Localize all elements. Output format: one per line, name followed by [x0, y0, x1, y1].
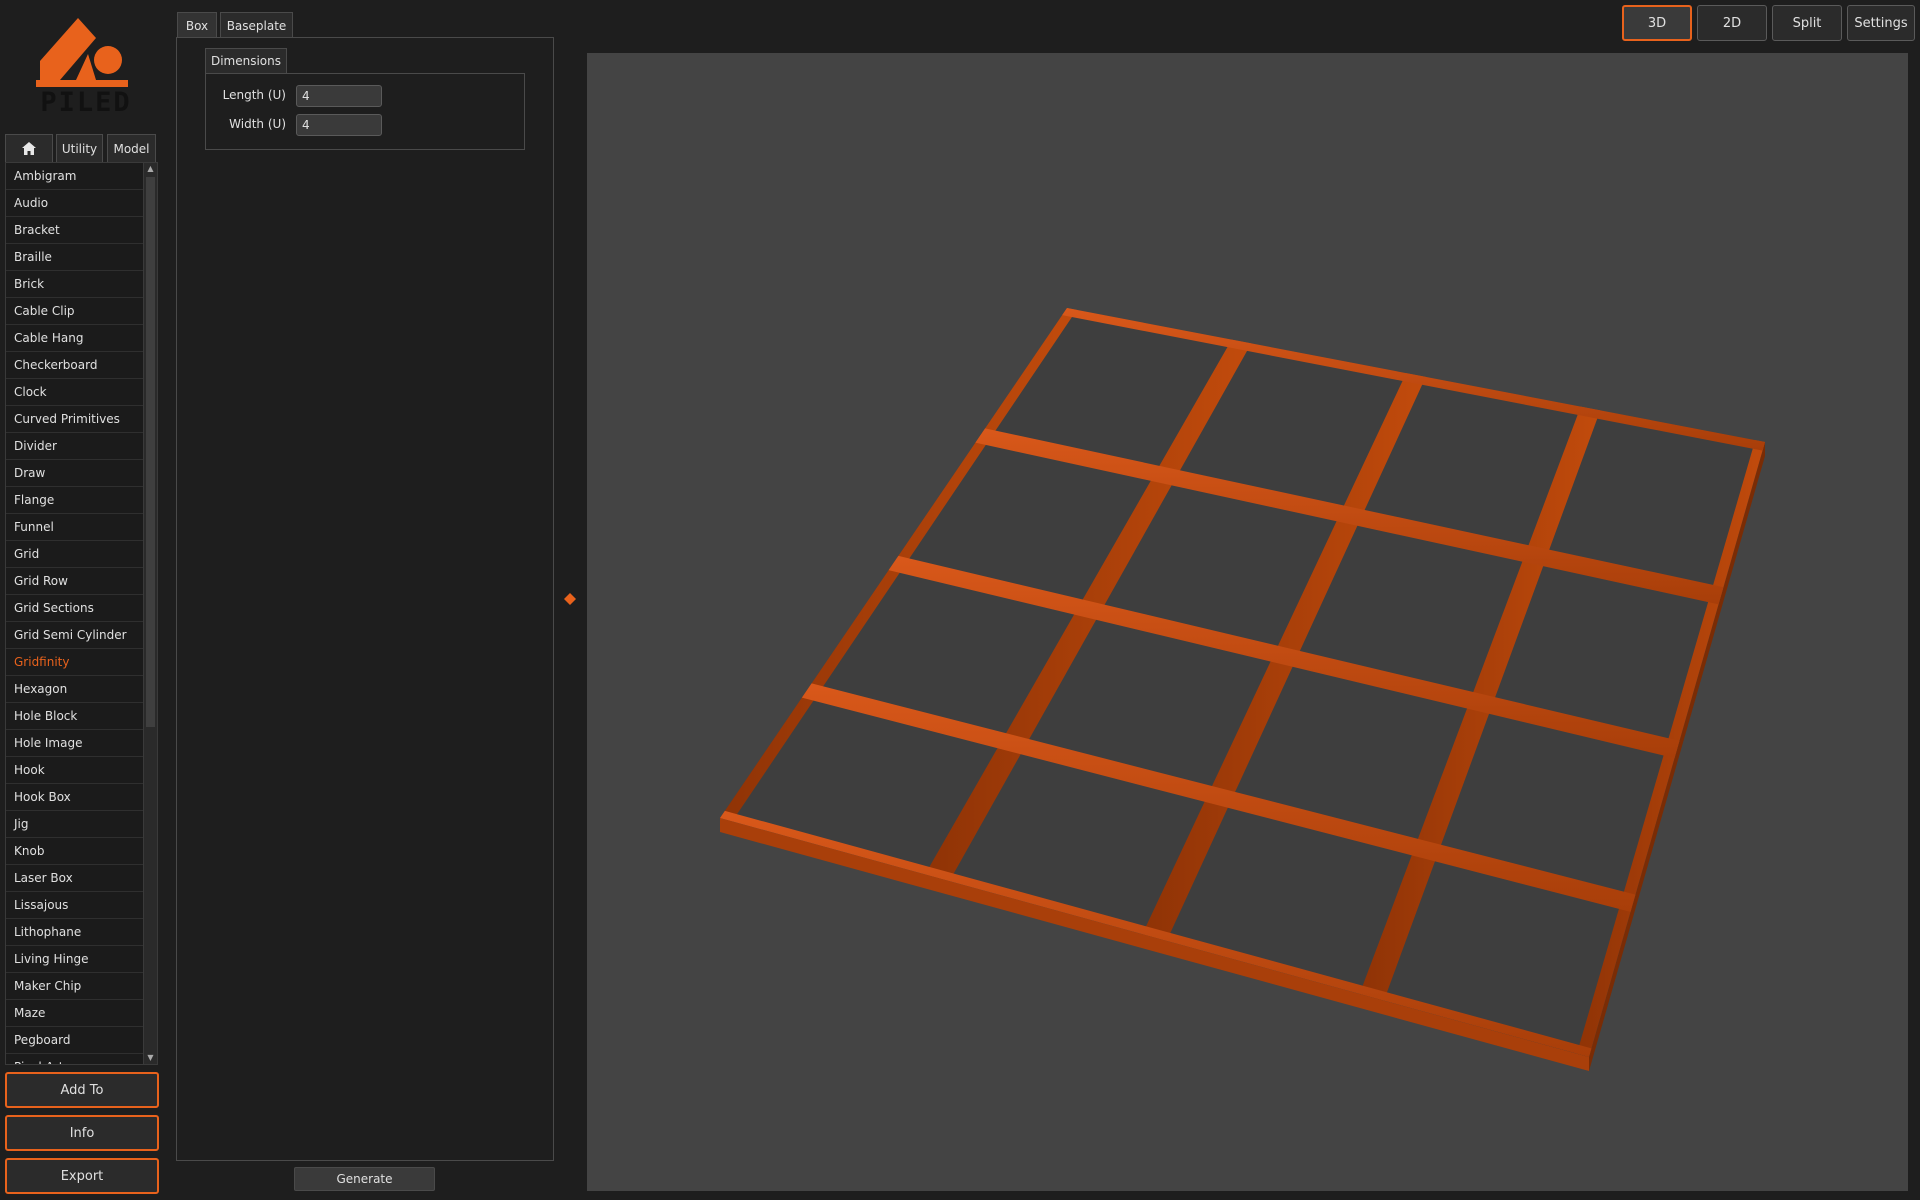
view-2d-button[interactable]: 2D — [1697, 5, 1767, 41]
category-item-lissajous[interactable]: Lissajous — [6, 892, 145, 919]
tab-utility[interactable]: Utility — [56, 134, 103, 162]
category-item-pegboard[interactable]: Pegboard — [6, 1027, 145, 1054]
category-item-lithophane[interactable]: Lithophane — [6, 919, 145, 946]
export-button[interactable]: Export — [5, 1158, 159, 1194]
category-item-knob[interactable]: Knob — [6, 838, 145, 865]
view-3d-button[interactable]: 3D — [1622, 5, 1692, 41]
add-to-button[interactable]: Add To — [5, 1072, 159, 1108]
category-item-clock[interactable]: Clock — [6, 379, 145, 406]
app-logo: PILED — [36, 16, 136, 120]
category-item-maker-chip[interactable]: Maker Chip — [6, 973, 145, 1000]
category-item-laser-box[interactable]: Laser Box — [6, 865, 145, 892]
gridfinity-baseplate-model — [720, 308, 1765, 1071]
category-item-jig[interactable]: Jig — [6, 811, 145, 838]
view-split-button[interactable]: Split — [1772, 5, 1842, 41]
category-list[interactable]: Ambigram Audio Bracket Braille Brick Cable Cl… — [5, 162, 158, 1065]
category-item-divider[interactable]: Divider — [6, 433, 145, 460]
category-item-braille[interactable]: Braille — [6, 244, 145, 271]
dimensions-group: Length (U) Width (U) — [205, 73, 525, 150]
category-item-bracket[interactable]: Bracket — [6, 217, 145, 244]
category-item-hexagon[interactable]: Hexagon — [6, 676, 145, 703]
list-scrollbar[interactable]: ▲ ▼ — [143, 163, 157, 1064]
length-input[interactable] — [296, 85, 382, 107]
parameter-panel — [176, 37, 554, 1161]
category-item-hole-block[interactable]: Hole Block — [6, 703, 145, 730]
category-item-curved-primitives[interactable]: Curved Primitives — [6, 406, 145, 433]
3d-viewport[interactable] — [587, 53, 1908, 1191]
category-item-hook[interactable]: Hook — [6, 757, 145, 784]
scroll-up-arrow-icon[interactable]: ▲ — [144, 163, 157, 175]
category-item-audio[interactable]: Audio — [6, 190, 145, 217]
category-item-draw[interactable]: Draw — [6, 460, 145, 487]
category-item-cable-hang[interactable]: Cable Hang — [6, 325, 145, 352]
tab-box[interactable]: Box — [177, 12, 217, 38]
splitter-handle-icon[interactable] — [563, 592, 577, 606]
info-button[interactable]: Info — [5, 1115, 159, 1151]
home-icon — [22, 142, 36, 155]
generate-button[interactable]: Generate — [294, 1167, 435, 1191]
category-item-maze[interactable]: Maze — [6, 1000, 145, 1027]
category-item-cable-clip[interactable]: Cable Clip — [6, 298, 145, 325]
category-item-brick[interactable]: Brick — [6, 271, 145, 298]
category-item-grid-row[interactable]: Grid Row — [6, 568, 145, 595]
category-item-grid-semi-cylinder[interactable]: Grid Semi Cylinder — [6, 622, 145, 649]
category-item-hole-image[interactable]: Hole Image — [6, 730, 145, 757]
category-item-ambigram[interactable]: Ambigram — [6, 163, 145, 190]
width-input[interactable] — [296, 114, 382, 136]
category-item-living-hinge[interactable]: Living Hinge — [6, 946, 145, 973]
category-item-funnel[interactable]: Funnel — [6, 514, 145, 541]
category-item-gridfinity[interactable]: Gridfinity — [6, 649, 145, 676]
tab-baseplate[interactable]: Baseplate — [220, 12, 293, 38]
category-item-grid[interactable]: Grid — [6, 541, 145, 568]
scroll-down-arrow-icon[interactable]: ▼ — [144, 1052, 157, 1064]
logo-text: PILED — [40, 87, 132, 118]
length-label: Length (U) — [222, 88, 286, 102]
logo-mark-icon — [36, 18, 128, 87]
tab-home[interactable] — [5, 134, 53, 162]
width-label: Width (U) — [229, 117, 286, 131]
tab-model[interactable]: Model — [107, 134, 156, 162]
category-item-flange[interactable]: Flange — [6, 487, 145, 514]
scroll-thumb[interactable] — [146, 177, 155, 727]
category-item-pixel-art[interactable]: Pixel Art — [6, 1054, 145, 1064]
category-item-hook-box[interactable]: Hook Box — [6, 784, 145, 811]
category-item-grid-sections[interactable]: Grid Sections — [6, 595, 145, 622]
settings-button[interactable]: Settings — [1847, 5, 1915, 41]
dimensions-group-tab[interactable]: Dimensions — [205, 48, 287, 73]
category-item-checkerboard[interactable]: Checkerboard — [6, 352, 145, 379]
